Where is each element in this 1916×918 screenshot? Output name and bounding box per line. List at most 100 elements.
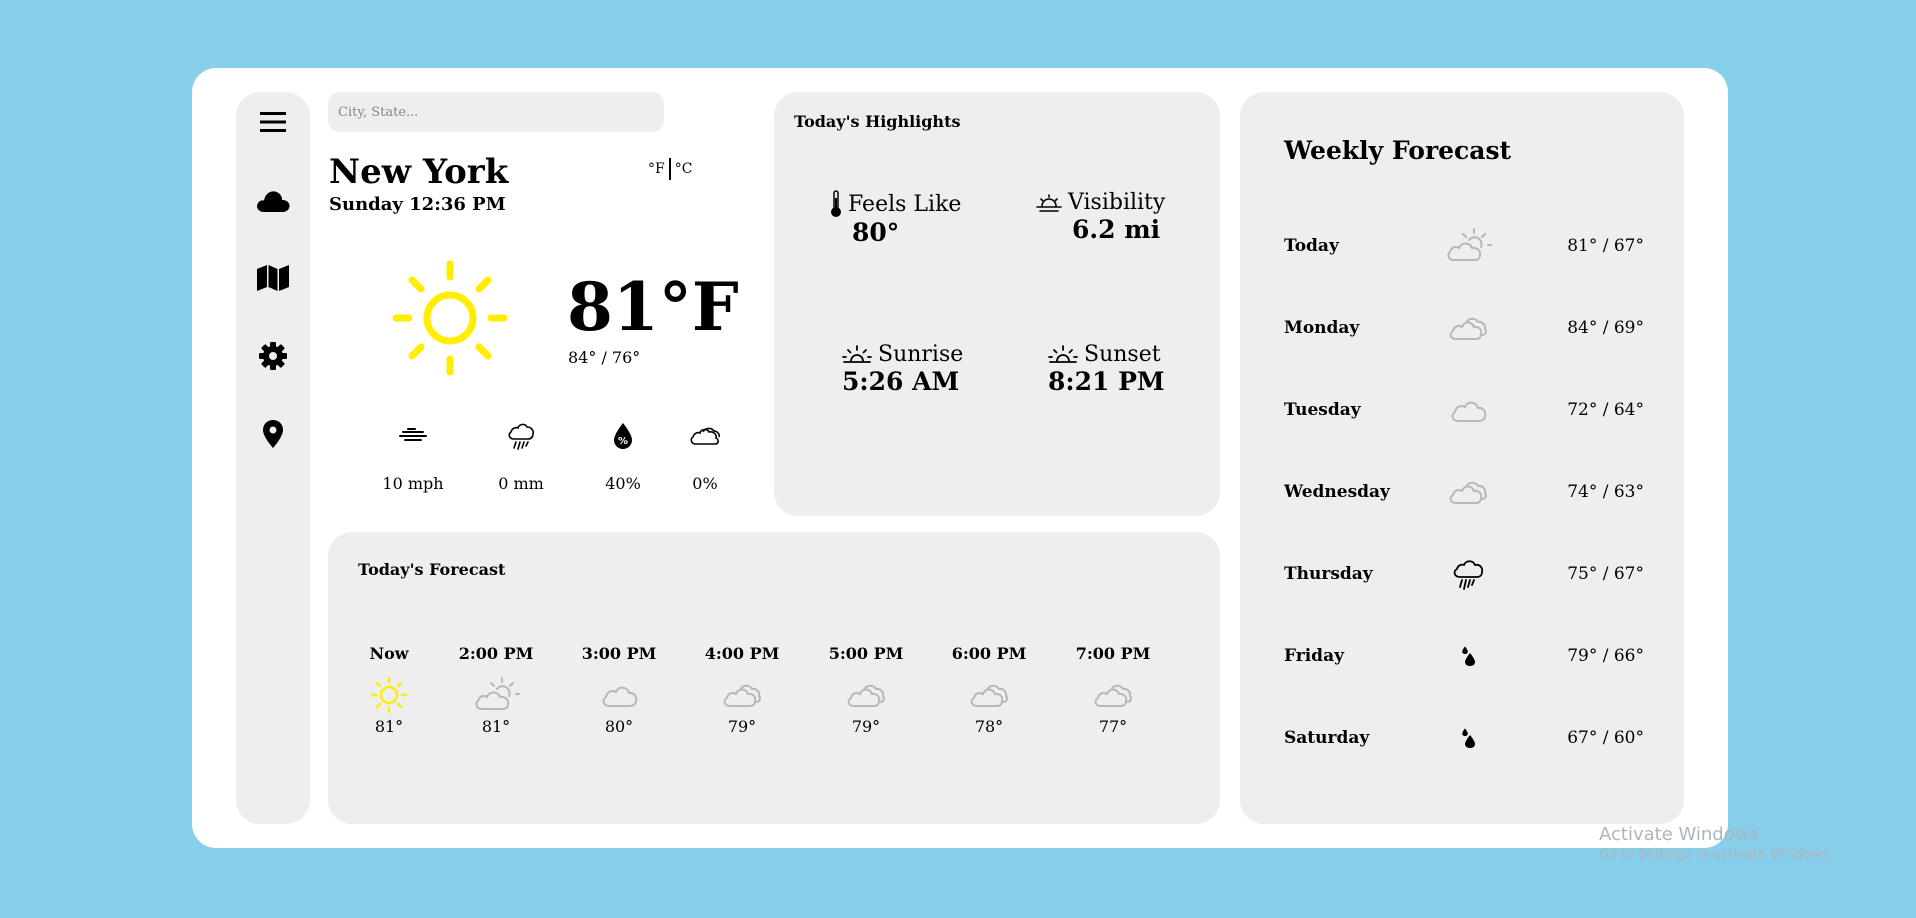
- rain-cloud-icon: [476, 418, 566, 454]
- visibility-icon: [1036, 193, 1062, 212]
- gear-icon[interactable]: [255, 338, 291, 374]
- hour-temperature: 79°: [727, 717, 757, 736]
- hour-time: 3:00 PM: [581, 644, 657, 663]
- sunrise-label: Sunrise: [878, 342, 964, 367]
- sunset-icon: [1048, 344, 1078, 363]
- drizzle-icon: [1440, 718, 1496, 758]
- current-temperature: 81°F: [567, 268, 739, 346]
- feels-like-value: 80°: [852, 218, 900, 247]
- sunrise-highlight: Sunrise 5:26 AM: [842, 342, 963, 396]
- highlights-title: Today's Highlights: [794, 112, 961, 131]
- visibility-label: Visibility: [1068, 190, 1166, 215]
- map-icon[interactable]: [255, 260, 291, 296]
- humidity-stat: % 40%: [578, 418, 668, 493]
- cloud-icon: [1440, 390, 1496, 430]
- partly-sunny-icon: [451, 673, 541, 717]
- weekday-name: Wednesday: [1284, 482, 1390, 502]
- sunset-label: Sunset: [1084, 342, 1161, 367]
- weekday-name: Tuesday: [1284, 400, 1361, 420]
- hour-temperature: 81°: [374, 717, 404, 736]
- location-pin-icon[interactable]: [255, 416, 291, 452]
- drizzle-icon: [1440, 636, 1496, 676]
- weekday-high-low: 72° / 64°: [1567, 400, 1644, 420]
- cloud-nav-icon[interactable]: [255, 182, 291, 218]
- hour-temperature: 79°: [851, 717, 881, 736]
- sunset-value: 8:21 PM: [1048, 367, 1165, 396]
- todays-highlights-panel: Today's Highlights Feels Like 80° Visibi…: [774, 92, 1220, 516]
- todays-forecast-panel: Today's Forecast Now 81° 2:00 PM 81° 3:00 PM…: [328, 532, 1220, 824]
- todays-forecast-title: Today's Forecast: [358, 560, 506, 579]
- sun-icon: [344, 673, 434, 717]
- rain-icon: [1440, 554, 1496, 594]
- sidebar: [236, 92, 310, 824]
- city-name: New York: [329, 152, 509, 192]
- hour-temperature: 78°: [974, 717, 1004, 736]
- hour-time: 5:00 PM: [828, 644, 904, 663]
- clouds-icon: [821, 673, 911, 717]
- fahrenheit-toggle[interactable]: °F: [648, 161, 665, 177]
- clouds-icon: [1440, 472, 1496, 512]
- humidity-value: 40%: [605, 474, 641, 493]
- weekday-name: Saturday: [1284, 728, 1370, 748]
- watermark-title: Activate Windows: [1599, 824, 1759, 845]
- search-input[interactable]: [328, 92, 664, 132]
- weekday-high-low: 84° / 69°: [1567, 318, 1644, 338]
- weekly-forecast-row[interactable]: Monday 84° / 69°: [1284, 308, 1644, 348]
- hourly-forecast-item: 3:00 PM 80°: [574, 644, 664, 736]
- hour-temperature: 81°: [481, 717, 511, 736]
- clouds-icon: [1068, 673, 1158, 717]
- weekly-forecast-row[interactable]: Saturday 67° / 60°: [1284, 718, 1644, 758]
- feels-like-highlight: Feels Like 80°: [830, 190, 961, 247]
- svg-text:%: %: [618, 436, 628, 447]
- celsius-toggle[interactable]: °C: [675, 161, 693, 177]
- weekday-name: Today: [1284, 236, 1339, 256]
- hour-time: 6:00 PM: [951, 644, 1027, 663]
- weather-app: New York Sunday 12:36 PM °F °C 81°F 84° …: [192, 68, 1728, 848]
- hour-time: 4:00 PM: [704, 644, 780, 663]
- clouds-icon: [944, 673, 1034, 717]
- cloud-icon: [574, 673, 664, 717]
- weekly-forecast-row[interactable]: Wednesday 74° / 63°: [1284, 472, 1644, 512]
- menu-icon[interactable]: [255, 104, 291, 140]
- feels-like-label: Feels Like: [848, 191, 962, 217]
- weekday-name: Monday: [1284, 318, 1360, 338]
- sunset-highlight: Sunset 8:21 PM: [1048, 342, 1165, 396]
- weekly-forecast-row[interactable]: Tuesday 72° / 64°: [1284, 390, 1644, 430]
- weekly-forecast-row[interactable]: Thursday 75° / 67°: [1284, 554, 1644, 594]
- wind-icon: [368, 418, 458, 454]
- clouds-icon: [1440, 308, 1496, 348]
- sunrise-icon: [842, 344, 872, 363]
- sunrise-value: 5:26 AM: [842, 367, 960, 396]
- hour-time: Now: [369, 644, 409, 663]
- hour-time: 2:00 PM: [458, 644, 534, 663]
- sun-icon: [392, 260, 508, 380]
- wind-value: 10 mph: [382, 474, 444, 493]
- clouds-icon: [697, 673, 787, 717]
- weekday-high-low: 79° / 66°: [1567, 646, 1644, 666]
- hourly-forecast-item: 5:00 PM 79°: [821, 644, 911, 736]
- visibility-highlight: Visibility 6.2 mi: [1036, 190, 1165, 244]
- partly-sunny-icon: [1440, 226, 1496, 266]
- visibility-value: 6.2 mi: [1072, 215, 1161, 244]
- wind-stat: 10 mph: [368, 418, 458, 493]
- hourly-forecast-item: 7:00 PM 77°: [1068, 644, 1158, 736]
- current-high-low: 84° / 76°: [568, 348, 641, 367]
- weekly-forecast-title: Weekly Forecast: [1284, 136, 1512, 165]
- precipitation-stat: 0 mm: [476, 418, 566, 493]
- cloud-cover-stat: 0%: [660, 418, 750, 493]
- weekly-forecast-row[interactable]: Friday 79° / 66°: [1284, 636, 1644, 676]
- hourly-forecast-item: 4:00 PM 79°: [697, 644, 787, 736]
- hour-time: 7:00 PM: [1075, 644, 1151, 663]
- cloud-cover-value: 0%: [692, 474, 718, 493]
- weekday-name: Thursday: [1284, 564, 1373, 584]
- weekday-high-low: 81° / 67°: [1567, 236, 1644, 256]
- hourly-forecast-item: 6:00 PM 78°: [944, 644, 1034, 736]
- weekday-name: Friday: [1284, 646, 1344, 666]
- weekly-forecast-row[interactable]: Today 81° / 67°: [1284, 226, 1644, 266]
- current-datetime: Sunday 12:36 PM: [329, 194, 506, 215]
- weekday-high-low: 75° / 67°: [1567, 564, 1644, 584]
- precipitation-value: 0 mm: [498, 474, 544, 493]
- humidity-drop-icon: %: [578, 418, 668, 454]
- hour-temperature: 80°: [604, 717, 634, 736]
- hourly-forecast-item: Now 81°: [344, 644, 434, 736]
